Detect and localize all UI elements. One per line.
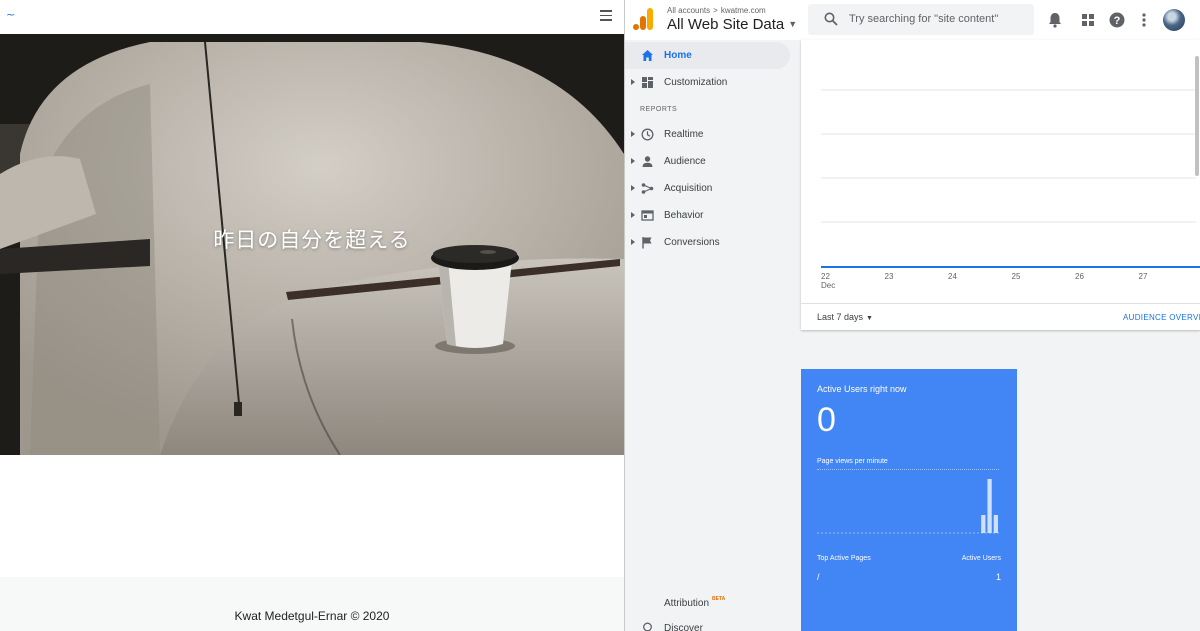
breadcrumb-separator: > [713, 6, 718, 15]
search-icon [824, 12, 838, 26]
ga-header: All accounts > kwatme.com All Web Site Dat… [625, 0, 1200, 40]
nav-item-customization[interactable]: Customization [625, 69, 790, 96]
dropdown-caret-icon: ▼ [866, 315, 873, 322]
ga-sidebar: Home Customization REPORTS Realtime Audi [625, 40, 797, 631]
hamburger-menu-icon[interactable] [600, 10, 612, 21]
reports-section-label: REPORTS [640, 106, 678, 113]
site-navbar: ~ [0, 0, 624, 34]
date-range-label: Last 7 days [817, 312, 864, 322]
nav-item-attribution[interactable]: Attribution BETA [625, 588, 790, 615]
nav-item-behavior[interactable]: Behavior [625, 202, 790, 229]
svg-text:?: ? [1114, 15, 1121, 27]
scrollbar-thumb[interactable] [1195, 56, 1199, 176]
realtime-title: Active Users right now [817, 384, 907, 394]
site-footer: Kwat Medetgul-Ernar © 2020 [0, 577, 624, 631]
nav-label-discover: Discover [664, 623, 703, 631]
audience-overview-link[interactable]: AUDIENCE OVERVI [1123, 313, 1200, 322]
top-page-users: 1 [995, 572, 1001, 582]
breadcrumb-root[interactable]: All accounts [667, 6, 710, 15]
expand-arrow-icon [631, 239, 635, 245]
nav-item-home[interactable]: Home [625, 42, 790, 69]
realtime-card: Active Users right now 0 Page views per … [801, 369, 1017, 631]
apps-grid-icon[interactable] [1079, 11, 1097, 29]
home-icon [642, 50, 653, 61]
property-name: All Web Site Data [667, 16, 785, 33]
person-icon [642, 156, 653, 167]
sessions-line-chart: 22232425262728Dec [821, 89, 1200, 290]
x-tick-label: 27 [1139, 272, 1148, 281]
dashboard-icon [642, 77, 653, 88]
lightbulb-icon [643, 622, 652, 631]
bell-icon[interactable] [1046, 11, 1064, 29]
nav-item-realtime[interactable]: Realtime [625, 121, 790, 148]
date-range-dropdown[interactable]: Last 7 days ▼ [817, 312, 873, 322]
hero-title: 昨日の自分を超える [213, 228, 411, 252]
nav-label-realtime: Realtime [664, 129, 704, 140]
account-breadcrumb[interactable]: All accounts > kwatme.com [667, 6, 766, 15]
acquisition-icon [641, 183, 654, 194]
x-tick-label: 22 [821, 272, 830, 281]
behavior-icon [641, 210, 654, 221]
help-icon[interactable]: ? [1108, 11, 1126, 29]
pageviews-bar [993, 515, 998, 533]
clock-icon [641, 128, 654, 141]
footer-copyright: Kwat Medetgul-Ernar © 2020 [234, 609, 390, 623]
active-users-count: 0 [817, 401, 836, 439]
pageviews-bar [987, 479, 992, 533]
nav-label-customization: Customization [664, 77, 728, 88]
site-brand-link[interactable]: ~ [6, 8, 15, 21]
flag-icon [642, 237, 652, 249]
x-tick-label: 26 [1075, 272, 1084, 281]
x-tick-sublabel: Dec [821, 281, 835, 290]
more-vert-icon[interactable] [1135, 11, 1153, 29]
search-placeholder[interactable]: Try searching for "site content" [849, 13, 998, 25]
pageviews-bar [981, 515, 986, 533]
nav-item-conversions[interactable]: Conversions [625, 229, 790, 256]
beta-badge: BETA [712, 596, 726, 602]
pageviews-bar-chart [817, 479, 999, 534]
nav-item-audience[interactable]: Audience [625, 148, 790, 175]
audience-overview-card: 22232425262728Dec Last 7 days▼ AUDIENCE … [801, 40, 1200, 330]
nav-item-discover[interactable]: Discover [625, 615, 790, 631]
hero-banner: 昨日の自分を超える [0, 34, 624, 455]
expand-arrow-icon [631, 131, 635, 137]
expand-arrow-icon [631, 185, 635, 191]
attribution-label: Attribution [664, 598, 710, 609]
dropdown-caret-icon: ▼ [788, 19, 798, 29]
pageviews-subtitle: Page views per minute [817, 458, 888, 465]
expand-arrow-icon [631, 212, 635, 218]
website-pane: ~ 昨日の自分を超える Kwat Medetgul-Ernar © 2020 [0, 0, 624, 631]
nav-label-audience: Audience [664, 156, 706, 167]
nav-label-attribution: Attribution BETA [664, 596, 725, 609]
nav-item-acquisition[interactable]: Acquisition [625, 175, 790, 202]
x-tick-label: 23 [885, 272, 894, 281]
top-page-path[interactable]: / [817, 572, 820, 582]
nav-label-behavior: Behavior [664, 210, 704, 221]
audience-card-footer: Last 7 days ▼ AUDIENCE OVERVI [801, 303, 1200, 330]
ga-main-content: 22232425262728Dec Last 7 days▼ AUDIENCE … [797, 40, 1200, 631]
nav-label-home: Home [664, 50, 692, 61]
expand-arrow-icon [631, 158, 635, 164]
analytics-logo-icon[interactable] [633, 8, 653, 30]
chart-divider [817, 469, 999, 470]
top-pages-header: Top Active Pages [817, 555, 871, 562]
search-bar[interactable]: Try searching for "site content" [808, 4, 1034, 35]
expand-arrow-icon [631, 79, 635, 85]
account-avatar[interactable] [1163, 9, 1185, 31]
nav-label-conversions: Conversions [664, 237, 720, 248]
x-tick-label: 25 [1012, 272, 1021, 281]
analytics-pane: All accounts > kwatme.com All Web Site Dat… [625, 0, 1200, 631]
nav-label-acquisition: Acquisition [664, 183, 713, 194]
breadcrumb-account[interactable]: kwatme.com [721, 6, 766, 15]
x-tick-label: 24 [948, 272, 957, 281]
property-selector[interactable]: All Web Site Data ▼ [667, 16, 797, 33]
active-users-header: Active Users [961, 555, 1001, 562]
